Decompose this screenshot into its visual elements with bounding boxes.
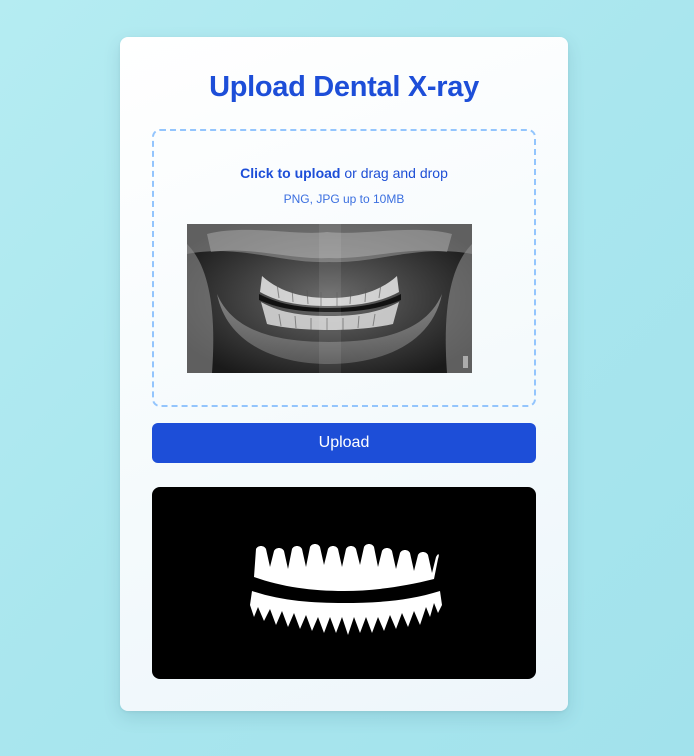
teeth-mask-graphic	[246, 544, 442, 635]
click-to-upload-link[interactable]: Click to upload	[240, 165, 340, 181]
dropzone-instructions: Click to upload or drag and drop	[154, 165, 534, 181]
file-type-hint: PNG, JPG up to 10MB	[283, 192, 405, 206]
page-title: Upload Dental X-ray	[209, 71, 479, 103]
file-dropzone[interactable]: Click to upload or drag and drop PNG, JP…	[152, 129, 536, 407]
drag-drop-text: or drag and drop	[340, 165, 448, 181]
upload-card: Upload Dental X-ray Click to upload or d…	[120, 37, 568, 711]
upload-button[interactable]: Upload	[152, 423, 536, 463]
xray-preview-image	[187, 224, 472, 373]
segmentation-result-image	[152, 487, 536, 679]
